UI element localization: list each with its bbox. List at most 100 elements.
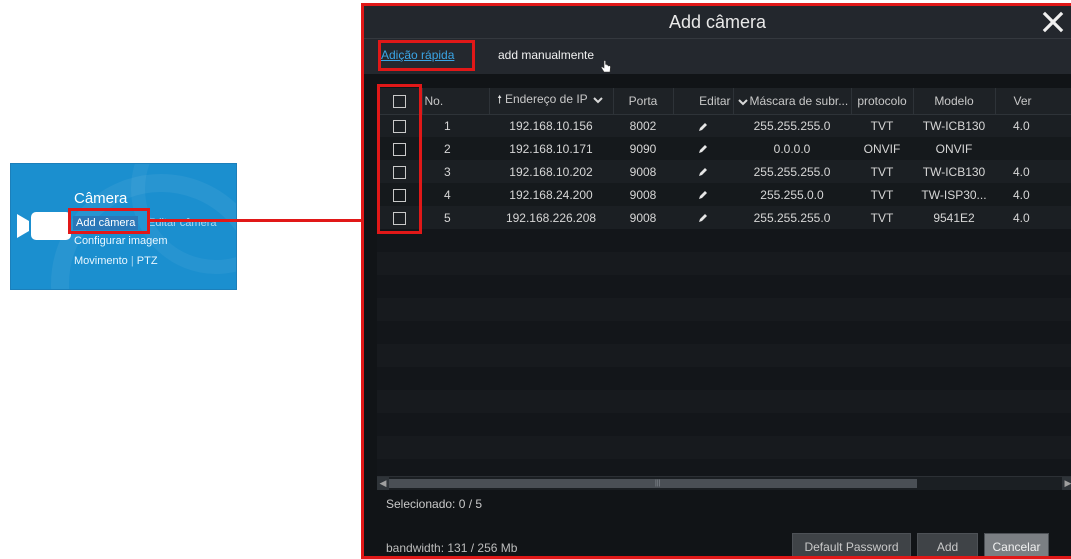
cell-version: 4.0 <box>995 206 1071 229</box>
horizontal-scrollbar[interactable]: ◀ ||| ▶ <box>377 476 1071 490</box>
pencil-edit-icon[interactable] <box>697 212 709 224</box>
row-checkbox <box>377 137 422 160</box>
header-port[interactable]: Porta <box>613 88 674 115</box>
row-checkbox[interactable] <box>393 142 406 156</box>
video-camera-icon <box>17 212 71 240</box>
row-checkbox <box>377 160 422 183</box>
cell-protocol: ONVIF <box>851 137 913 160</box>
cell-edit <box>673 160 733 183</box>
empty-cell <box>377 413 1071 436</box>
header-protocol[interactable]: protocolo <box>851 88 914 115</box>
cell-port: 9008 <box>613 183 673 206</box>
cell-protocol: TVT <box>851 160 913 183</box>
select-all-header <box>377 88 423 115</box>
select-all-checkbox[interactable] <box>392 94 406 108</box>
empty-cell <box>377 436 1071 459</box>
empty-row <box>377 275 1071 298</box>
cell-protocol: TVT <box>851 206 913 229</box>
empty-row <box>377 367 1071 390</box>
empty-cell <box>377 390 1071 413</box>
cell-ip: 192.168.10.202 <box>489 160 613 183</box>
chevron-down-icon[interactable] <box>736 96 750 108</box>
chevron-down-icon[interactable] <box>591 94 605 106</box>
table-row[interactable]: 5 192.168.226.208 9008 255.255.255.0 TVT 9541… <box>377 206 1071 229</box>
add-button[interactable]: Add <box>917 533 978 556</box>
header-mask[interactable]: Máscara de subr... <box>733 88 852 115</box>
cell-version: 4.0 <box>995 114 1071 137</box>
camera-table-container: No. 🠕 Endereço de IP Porta Editar Máscara… <box>377 88 1071 490</box>
empty-row <box>377 344 1071 367</box>
cell-protocol: TVT <box>851 114 913 137</box>
bandwidth-status: bandwidth: 131 / 256 Mb <box>386 541 518 555</box>
tab-quick-add[interactable]: Adição rápida <box>381 48 454 62</box>
tile-title: Câmera <box>74 190 128 207</box>
pencil-edit-icon[interactable] <box>697 189 709 201</box>
add-camera-dialog: Add câmera Adição rápida add manualmente <box>361 3 1071 559</box>
cell-version: 4.0 <box>995 183 1071 206</box>
cell-version <box>995 137 1071 160</box>
table-header-row: No. 🠕 Endereço de IP Porta Editar Máscara… <box>377 88 1071 115</box>
cell-ip: 192.168.226.208 <box>489 206 613 229</box>
pencil-edit-icon[interactable] <box>697 143 709 155</box>
grip-icon: ||| <box>655 480 661 487</box>
scroll-left-icon[interactable]: ◀ <box>377 477 389 490</box>
link-separator: | <box>130 255 134 267</box>
cell-no: 2 <box>422 137 489 160</box>
cell-port: 9008 <box>613 160 673 183</box>
motion-link[interactable]: Movimento <box>74 255 128 267</box>
pencil-edit-icon[interactable] <box>697 121 709 133</box>
default-password-button[interactable]: Default Password <box>792 533 911 556</box>
cell-no: 5 <box>422 206 489 229</box>
cell-port: 9008 <box>613 206 673 229</box>
tab-manual-add[interactable]: add manualmente <box>498 48 594 62</box>
cell-model: TW-ICB130 <box>913 114 995 137</box>
cell-edit <box>673 206 733 229</box>
cell-no: 3 <box>422 160 489 183</box>
cell-edit <box>673 137 733 160</box>
pencil-edit-icon[interactable] <box>697 166 709 178</box>
cell-mask: 255.255.255.0 <box>733 114 851 137</box>
row-checkbox[interactable] <box>393 165 406 179</box>
table-row[interactable]: 4 192.168.24.200 9008 255.255.0.0 TVT TW-ISP3… <box>377 183 1071 206</box>
ptz-link[interactable]: PTZ <box>137 255 158 267</box>
image-settings-link[interactable]: Configurar imagem <box>74 235 168 247</box>
row-checkbox <box>377 206 422 229</box>
table-body: 1 192.168.10.156 8002 255.255.255.0 TVT TW-IC… <box>377 114 1071 490</box>
header-version[interactable]: Ver <box>995 88 1071 115</box>
header-model[interactable]: Modelo <box>913 88 996 115</box>
table-row[interactable]: 1 192.168.10.156 8002 255.255.255.0 TVT TW-IC… <box>377 114 1071 137</box>
selected-count: Selecionado: 0 / 5 <box>386 497 483 511</box>
table-row[interactable]: 2 192.168.10.171 9090 0.0.0.0 ONVIF ONVIF <box>377 137 1071 160</box>
header-edit[interactable]: Editar <box>673 88 734 115</box>
empty-row <box>377 413 1071 436</box>
empty-row <box>377 390 1071 413</box>
cell-model: 9541E2 <box>913 206 995 229</box>
close-icon[interactable] <box>1041 10 1065 34</box>
header-mask-label: Máscara de subr... <box>749 93 849 108</box>
scrollbar-thumb[interactable]: ||| <box>389 479 917 488</box>
cancel-button[interactable]: Cancelar <box>984 533 1049 556</box>
row-checkbox <box>377 183 422 206</box>
camera-menu-tile: Câmera Add câmera Editar câmera Configur… <box>10 163 237 290</box>
cell-ip: 192.168.10.171 <box>489 137 613 160</box>
header-no[interactable]: No. <box>422 88 490 115</box>
dialog-title-bar: Add câmera <box>364 6 1071 39</box>
empty-cell <box>377 252 1071 275</box>
table-row[interactable]: 3 192.168.10.202 9008 255.255.255.0 TVT TW-IC… <box>377 160 1071 183</box>
empty-row <box>377 252 1071 275</box>
cell-edit <box>673 114 733 137</box>
empty-cell <box>377 298 1071 321</box>
add-camera-link[interactable]: Add câmera <box>73 216 139 230</box>
cell-ip: 192.168.24.200 <box>489 183 613 206</box>
row-checkbox[interactable] <box>393 188 406 202</box>
cell-edit <box>673 183 733 206</box>
cell-ip: 192.168.10.156 <box>489 114 613 137</box>
cell-mask: 0.0.0.0 <box>733 137 851 160</box>
cell-no: 4 <box>422 183 489 206</box>
empty-cell <box>377 229 1071 252</box>
scroll-right-icon[interactable]: ▶ <box>1062 477 1071 490</box>
header-ip[interactable]: 🠕 Endereço de IP <box>489 88 614 115</box>
row-checkbox[interactable] <box>393 119 406 133</box>
row-checkbox[interactable] <box>393 211 406 225</box>
motion-ptz-links: Movimento | PTZ <box>74 255 158 267</box>
